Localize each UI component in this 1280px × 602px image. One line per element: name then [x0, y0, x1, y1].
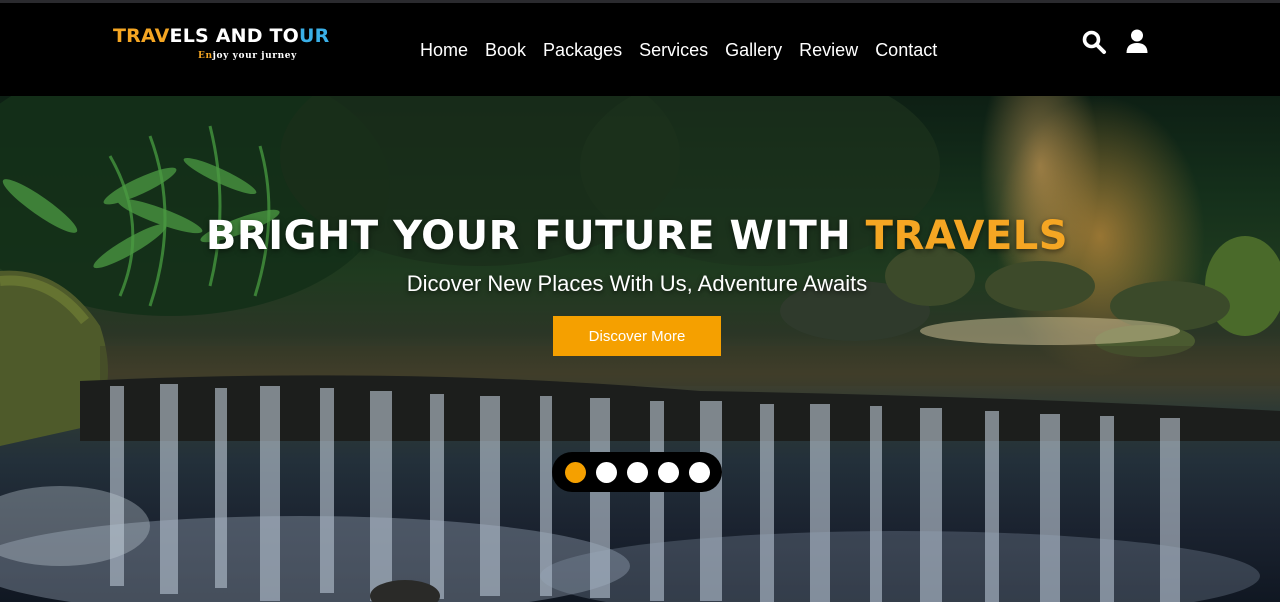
user-icon[interactable] — [1125, 29, 1151, 55]
nav-services[interactable]: Services — [639, 39, 708, 61]
logo-title-part3: UR — [299, 25, 330, 47]
nav-contact[interactable]: Contact — [875, 39, 937, 61]
slider-pagination — [552, 452, 722, 492]
tagline-part1: En — [198, 51, 213, 61]
hero-banner: BRIGHT YOUR FUTURE WITH TRAVELS Dicover … — [0, 96, 1280, 602]
logo-title-part2: ELS AND TO — [169, 25, 300, 47]
main-nav: Home Book Packages Services Gallery Revi… — [420, 39, 937, 61]
hero-title: BRIGHT YOUR FUTURE WITH TRAVELS — [0, 213, 1274, 259]
slider-dot-1[interactable] — [564, 461, 586, 483]
site-logo[interactable]: TRAVELS AND TOUR Enjoy your jurney — [113, 25, 329, 65]
slider-dot-2[interactable] — [595, 461, 617, 483]
discover-more-button[interactable]: Discover More — [553, 316, 721, 356]
hero-subtitle: Dicover New Places With Us, Adventure Aw… — [406, 271, 868, 296]
search-icon[interactable] — [1081, 29, 1107, 55]
logo-title: TRAVELS AND TOUR — [113, 25, 329, 47]
nav-book[interactable]: Book — [485, 39, 526, 61]
nav-packages[interactable]: Packages — [543, 39, 622, 61]
site-header: TRAVELS AND TOUR Enjoy your jurney Home … — [0, 3, 1280, 96]
slider-dot-4[interactable] — [657, 461, 679, 483]
nav-home[interactable]: Home — [420, 39, 468, 61]
nav-review[interactable]: Review — [799, 39, 858, 61]
slider-dot-5[interactable] — [688, 461, 710, 483]
nav-gallery[interactable]: Gallery — [725, 39, 782, 61]
hero-title-accent: TRAVELS — [865, 213, 1069, 259]
hero-title-main: BRIGHT YOUR FUTURE WITH — [205, 213, 866, 259]
slider-dot-3[interactable] — [626, 461, 648, 483]
logo-tagline: Enjoy your jurney — [198, 51, 297, 61]
tagline-part2: joy your jurney — [212, 51, 297, 61]
logo-title-part1: TRAV — [113, 25, 170, 47]
